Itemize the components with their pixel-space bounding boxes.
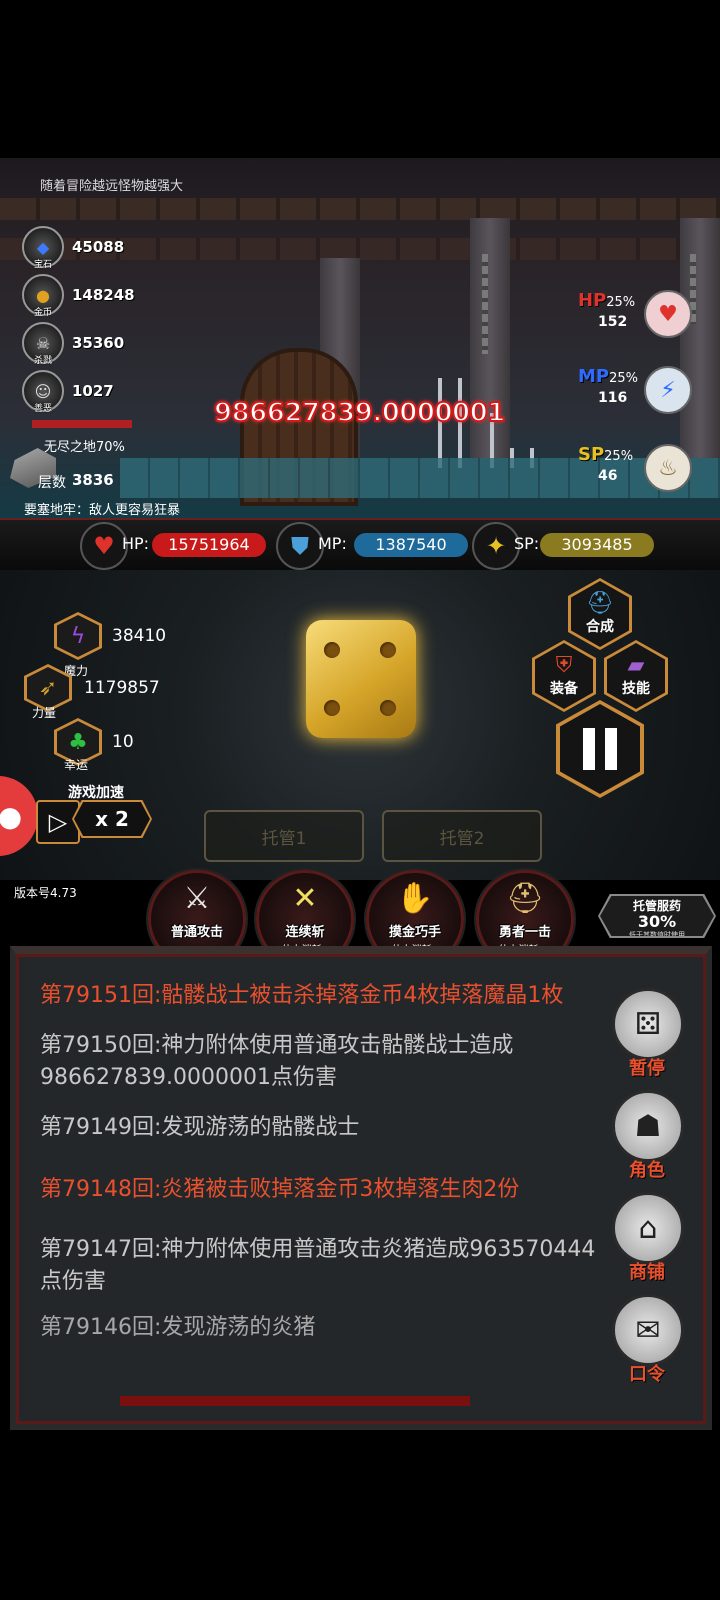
zone-progress-bar (32, 420, 132, 428)
log-entry: 第79146回:发现游荡的炎猪 (40, 1315, 316, 1336)
stone-pillar (680, 218, 720, 458)
log-entry: 第79147回:神力附体使用普通攻击炎猪造成963570444点伤害 (40, 1237, 596, 1294)
heart-icon: ♥ (80, 522, 128, 570)
resource-karma: ☺ 善恶 1027 (22, 370, 114, 414)
log-entry: 第79151回:骷髅战士被击杀掉落金币4枚掉落魔晶1枚 (40, 983, 564, 1008)
armor-icon: ⛊ (276, 522, 324, 570)
log-entry: 第79149回:发现游荡的骷髅战士 (40, 1115, 360, 1140)
hp-label: HP: (122, 534, 150, 553)
speed-play-button[interactable]: ▷ (36, 800, 80, 844)
magic-bolt-icon: ϟ (57, 615, 99, 657)
attribute-magic: ϟ 魔力 38410 (54, 612, 167, 678)
gem-icon: ◆ 宝石 (22, 226, 64, 270)
log-entry: 第79148回:炎猪被击败掉落金币3枚掉落生肉2份 (40, 1177, 520, 1202)
code-button[interactable]: ✉ 口令 (612, 1294, 684, 1386)
zone-effect: 要塞地牢：敌人更容易狂暴 (24, 503, 181, 518)
speed-multiplier[interactable]: x 2 (72, 800, 152, 838)
food-icon: ♨ (644, 444, 692, 492)
dice-pip (380, 642, 396, 658)
strength-value: 1179857 (84, 678, 160, 698)
crossbow-icon: ➶ (27, 667, 69, 709)
mp-potion[interactable]: MP25% 116 ⚡ (578, 366, 692, 414)
shop-button[interactable]: ⌂ 商铺 (612, 1192, 684, 1284)
gold-value: 148248 (72, 286, 135, 304)
hp-value: 15751964 (152, 533, 266, 557)
play-icon: ▷ (48, 808, 68, 836)
gold-coin-icon: ● 金币 (22, 274, 64, 318)
dice[interactable] (306, 620, 416, 738)
dice-pip (324, 700, 340, 716)
attribute-strength: ➶ 力量 1179857 (24, 664, 160, 720)
sp-label: SP: (514, 534, 540, 553)
pause-game-button[interactable]: ⚄ 暂停 (612, 988, 684, 1080)
version-label: 版本号4.73 (14, 886, 77, 900)
crossed-swords-icon: ✕ (292, 881, 318, 916)
log-entry: 第79150回:神力附体使用普通攻击骷髅战士造成986627839.000000… (40, 1033, 514, 1090)
zone-name: 无尽之地70% (44, 440, 125, 455)
attribute-luck: ♣ 幸运 10 (54, 718, 134, 772)
mana-potion-icon: ⚡ (644, 366, 692, 414)
log-scroll-indicator (120, 1396, 470, 1406)
gems-value: 45088 (72, 238, 125, 256)
auto-medicine-setting[interactable]: 托管服药 30% 低于其数值时使用 (598, 894, 716, 938)
helmet-icon: ⛑ (586, 591, 614, 616)
pause-icon (583, 728, 595, 770)
helmet-icon: ⛑ (505, 881, 545, 916)
equipment-icon: ⛨ (555, 653, 573, 678)
dice-pip (324, 642, 340, 658)
battle-log[interactable]: 第79151回:骷髅战士被击杀掉落金币4枚掉落魔晶1枚 第79150回:神力附体… (40, 980, 610, 1354)
mp-value: 1387540 (354, 533, 468, 557)
mp-label: MP: (318, 534, 347, 553)
damage-number: 986627839.0000001 (213, 397, 506, 429)
strength-icon: ✦ (472, 522, 520, 570)
resource-gold: ● 金币 148248 (22, 274, 135, 318)
auto-button-2[interactable]: 托管2 (382, 810, 542, 862)
karma-value: 1027 (72, 382, 114, 400)
dice-pip (380, 700, 396, 716)
scene-tip: 随着冒险越远怪物越强大 (40, 179, 184, 194)
floor-value: 3836 (72, 471, 114, 489)
resource-kills: ☠ 杀戮 35360 (22, 322, 125, 366)
speed-title: 游戏加速 (68, 785, 124, 801)
mask-icon: ☺ 善恶 (22, 370, 64, 414)
heart-potion-icon: ♥ (644, 290, 692, 338)
character-button[interactable]: ☗ 角色 (612, 1090, 684, 1182)
resource-gems: ◆ 宝石 45088 (22, 226, 125, 270)
spellbook-icon: ▰ (627, 653, 645, 678)
user-icon: ● (0, 799, 23, 833)
auto-button-1[interactable]: 托管1 (204, 810, 364, 862)
sp-value: 3093485 (540, 533, 654, 557)
floor-label: 层数 (38, 475, 66, 491)
luck-value: 10 (112, 732, 134, 752)
sword-icon: ⚔ (183, 881, 211, 916)
kills-value: 35360 (72, 334, 125, 352)
magic-value: 38410 (112, 626, 167, 646)
dice-icon: ⚄ (612, 988, 684, 1060)
skull-icon: ☠ 杀戮 (22, 322, 64, 366)
hand-icon: ✋ (396, 881, 434, 916)
hooded-figure-icon: ☗ (612, 1090, 684, 1162)
player-stat-bar: ♥ HP: 15751964 ⛊ MP: 1387540 ✦ SP: 30934… (0, 518, 720, 572)
hp-potion[interactable]: HP25% 152 ♥ (578, 290, 692, 338)
wall-bricks (0, 198, 720, 220)
sp-potion[interactable]: SP25% 46 ♨ (578, 444, 692, 492)
shop-icon: ⌂ (612, 1192, 684, 1264)
scroll-icon: ✉ (612, 1294, 684, 1366)
chain (482, 254, 488, 354)
